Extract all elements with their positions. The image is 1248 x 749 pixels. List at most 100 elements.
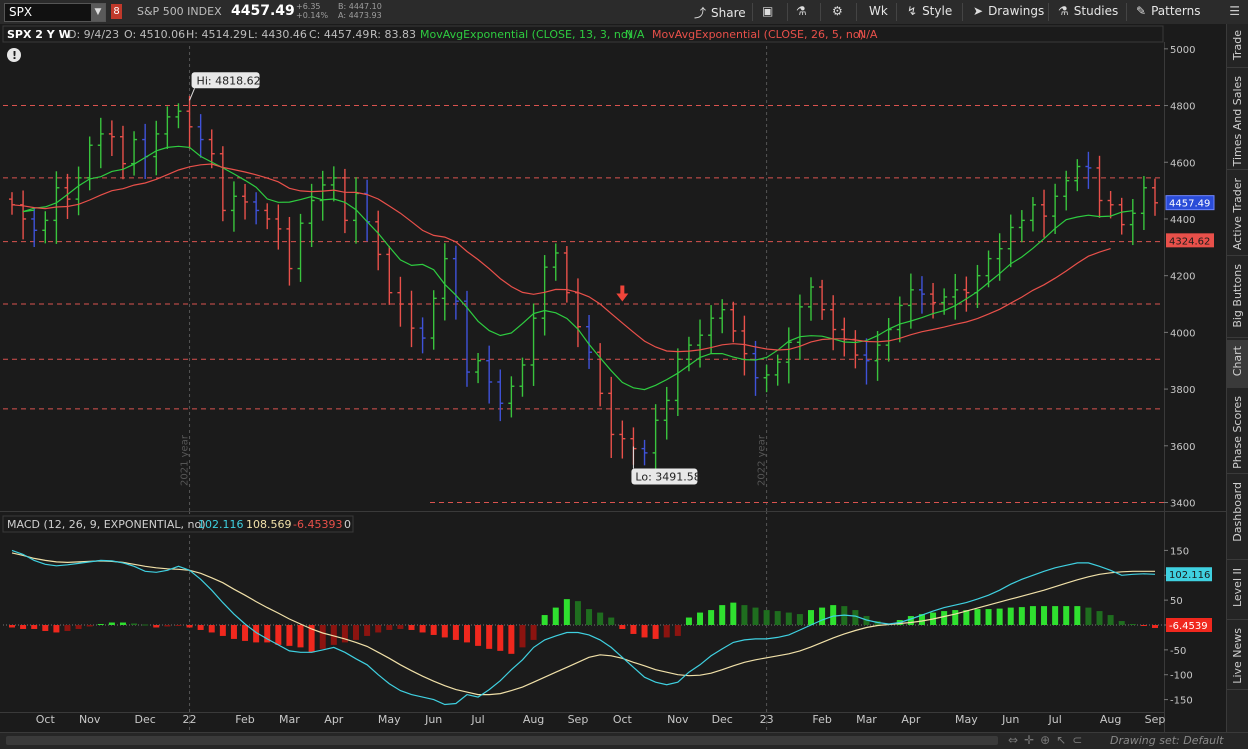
macd-histogram-bar bbox=[408, 625, 415, 630]
drawings-button[interactable]: ➤ Drawings bbox=[973, 4, 1044, 18]
chevron-down-icon[interactable]: ▼ bbox=[91, 4, 105, 21]
top-toolbar: SPX ▼ 8 S&P 500 INDEX 4457.49 +6.35 +0.1… bbox=[0, 0, 1248, 25]
x-tick-label: Mar bbox=[279, 713, 300, 726]
macd-histogram-bar bbox=[1085, 607, 1092, 625]
toolbar-divider bbox=[962, 3, 963, 21]
sidebar-tab-label: Times And Sales bbox=[1231, 76, 1244, 167]
sidebar-tab-dashboard[interactable]: Dashboard bbox=[1227, 476, 1248, 560]
toolbar-divider bbox=[1126, 3, 1127, 21]
menu-icon[interactable]: ☰ bbox=[1229, 4, 1240, 18]
y-tick-label: 5000 bbox=[1170, 45, 1195, 56]
macd-histogram-bar bbox=[1118, 621, 1125, 625]
macd-histogram-bar bbox=[996, 608, 1003, 625]
sidebar-tab-divider bbox=[1227, 67, 1248, 68]
macd-histogram-bar bbox=[552, 607, 559, 625]
sidebar-tab-label: Phase Scores bbox=[1231, 396, 1244, 469]
sidebar-tab-trade[interactable]: Trade bbox=[1227, 24, 1248, 68]
zoom-icon[interactable]: ⊕ bbox=[1040, 733, 1056, 747]
macd-histogram-bar bbox=[1052, 606, 1059, 625]
macd-histogram-bar bbox=[752, 607, 759, 625]
macd-histogram-bar bbox=[907, 616, 914, 625]
macd-histogram-bar bbox=[275, 625, 282, 645]
sidebar-tab-label: Chart bbox=[1231, 346, 1244, 377]
sidebar-tab-label: Big Buttons bbox=[1231, 264, 1244, 328]
macd-histogram-bar bbox=[663, 625, 670, 638]
macd-histogram-bar bbox=[763, 610, 770, 625]
macd-histogram-bar bbox=[674, 625, 681, 636]
bid-price: B: 4447.10 bbox=[338, 2, 382, 11]
drag-icon[interactable]: ⇔ bbox=[1008, 733, 1024, 747]
symbol-input[interactable]: SPX ▼ bbox=[4, 3, 106, 22]
macd-y-tick-label: 50 bbox=[1170, 596, 1183, 607]
chart-area[interactable]: SPX 2 Y W D: 9/4/23 O: 4510.06 H: 4514.2… bbox=[0, 24, 1226, 732]
sidebar-tab-times-and-sales[interactable]: Times And Sales bbox=[1227, 70, 1248, 170]
sidebar-tab-big-buttons[interactable]: Big Buttons bbox=[1227, 258, 1248, 338]
macd-histogram-bar bbox=[619, 625, 626, 629]
macd-histogram-bar bbox=[164, 625, 171, 627]
macd-histogram-bar bbox=[153, 625, 160, 628]
chart-title: SPX 2 Y W bbox=[7, 28, 71, 41]
sidebar-tab-chart[interactable]: Chart bbox=[1227, 340, 1248, 388]
macd-histogram-bar bbox=[219, 625, 226, 636]
macd-histogram-bar bbox=[475, 625, 482, 646]
sidebar-tab-active-trader[interactable]: Active Trader bbox=[1227, 172, 1248, 256]
studies-button[interactable]: ⚗ Studies bbox=[1058, 4, 1118, 18]
macd-value: 102.116 bbox=[198, 518, 244, 531]
macd-histogram-bar bbox=[1074, 606, 1081, 625]
macd-histogram-bar bbox=[386, 625, 393, 630]
pointer-icon[interactable]: ↖ bbox=[1056, 733, 1072, 747]
time-scrollbar[interactable] bbox=[6, 736, 998, 745]
toolbar-divider bbox=[787, 3, 788, 21]
macd-histogram-bar bbox=[242, 625, 249, 641]
y-tick-label: 4400 bbox=[1170, 215, 1195, 226]
macd-histogram-bar bbox=[86, 625, 93, 627]
macd-histogram-bar bbox=[119, 622, 126, 625]
macd-histogram-bar bbox=[1041, 606, 1048, 625]
sidebar-tab-phase-scores[interactable]: Phase Scores bbox=[1227, 390, 1248, 474]
macd-histogram-bar bbox=[31, 625, 38, 629]
macd-histogram-bar bbox=[530, 625, 537, 640]
macd-histogram-bar bbox=[353, 625, 360, 640]
bottom-bar: ⇔✛⊕↖⊂ Drawing set: Default bbox=[0, 732, 1248, 749]
sidebar-tab-label: Trade bbox=[1231, 30, 1244, 61]
sidebar-tab-divider bbox=[1227, 689, 1248, 690]
ask-price: A: 4473.93 bbox=[338, 11, 382, 20]
x-tick-label: Jul bbox=[1047, 713, 1061, 726]
zoom-controls[interactable]: ⇔✛⊕↖⊂ bbox=[1008, 733, 1088, 747]
style-label: Style bbox=[922, 4, 953, 18]
macd-y-tick-label: 150 bbox=[1170, 546, 1189, 557]
macd-histogram-bar bbox=[952, 610, 959, 625]
magnet-icon[interactable]: ⊂ bbox=[1072, 733, 1088, 747]
macd-histogram-bar bbox=[1140, 625, 1147, 626]
ohlc-range: R: 83.83 bbox=[370, 28, 416, 41]
macd-histogram-bar bbox=[586, 609, 593, 625]
patterns-button[interactable]: ✎ Patterns bbox=[1136, 4, 1201, 18]
x-tick-label: Oct bbox=[36, 713, 56, 726]
snapshot-button[interactable]: ▣ bbox=[762, 4, 778, 18]
macd-histogram-bar bbox=[441, 625, 448, 638]
macd-histogram-bar bbox=[430, 625, 437, 635]
sidebar-tab-live-news[interactable]: Live News bbox=[1227, 622, 1248, 690]
ohlc-high: H: 4514.29 bbox=[186, 28, 247, 41]
toolbar-divider bbox=[820, 3, 821, 21]
style-button[interactable]: ↯ Style bbox=[907, 4, 952, 18]
flask-icon: ⚗ bbox=[796, 4, 807, 18]
chart-background bbox=[0, 24, 1226, 732]
share-button[interactable]: ⤴ Share bbox=[694, 4, 746, 21]
x-tick-label: Feb bbox=[235, 713, 254, 726]
macd-histogram-bar bbox=[1152, 625, 1158, 628]
timeframe-button[interactable]: Wk bbox=[869, 4, 888, 18]
studies-lab-button[interactable]: ⚗ bbox=[796, 4, 812, 18]
link-group-badge[interactable]: 8 bbox=[111, 4, 122, 19]
macd-histogram-bar bbox=[230, 625, 237, 639]
crosshair-icon[interactable]: ✛ bbox=[1024, 733, 1040, 747]
settings-button[interactable]: ⚙ bbox=[832, 4, 848, 18]
macd-histogram-bar bbox=[796, 614, 803, 625]
y-tick-label: 4800 bbox=[1170, 102, 1195, 113]
x-tick-label: Jul bbox=[470, 713, 484, 726]
macd-histogram-bar bbox=[53, 625, 60, 633]
sidebar-tab-level-ii[interactable]: Level II bbox=[1227, 562, 1248, 620]
macd-histogram-bar bbox=[708, 610, 715, 625]
macd-histogram-bar bbox=[319, 625, 326, 649]
macd-histogram-bar bbox=[652, 625, 659, 639]
